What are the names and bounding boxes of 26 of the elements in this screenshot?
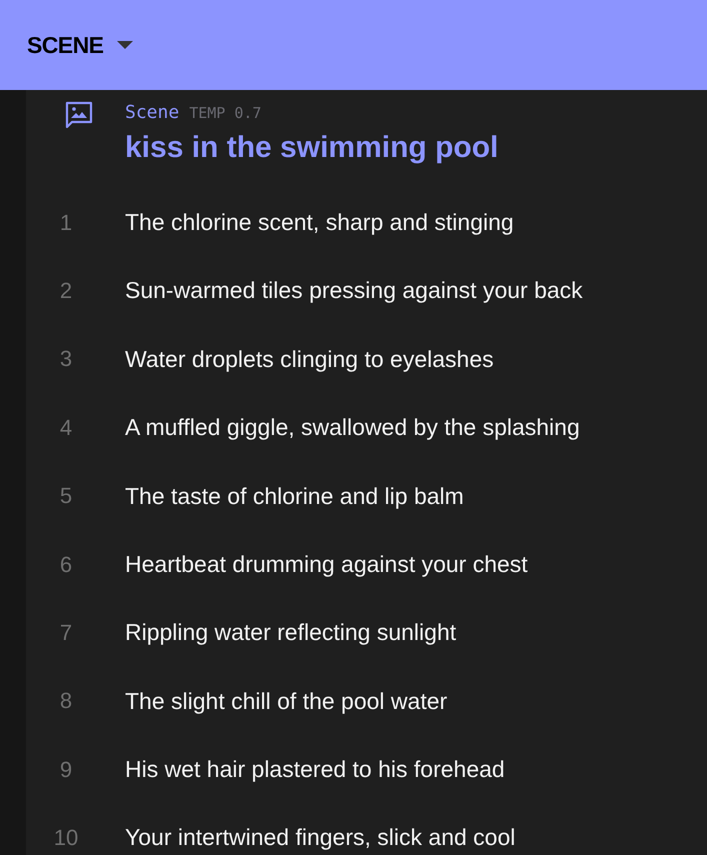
scene-line: The chlorine scent, sharp and stinging: [125, 208, 514, 237]
scene-line: Your intertwined fingers, slick and cool: [125, 823, 516, 852]
line-number: 8: [58, 687, 74, 716]
scene-line: His wet hair plastered to his forehead: [125, 755, 505, 784]
line-number: 4: [58, 414, 74, 442]
scene-line: Sun-warmed tiles pressing against your back: [125, 276, 583, 306]
scene-line: A muffled giggle, swallowed by the splashing: [125, 413, 580, 442]
line-number: 1: [58, 208, 74, 237]
line-number: 10: [52, 824, 80, 852]
scene-line: The taste of chlorine and lip balm: [125, 482, 464, 511]
scene-line: Heartbeat drumming against your chest: [125, 550, 528, 579]
scene-label: Scene: [125, 101, 180, 125]
scene-dropdown[interactable]: SCENE: [27, 28, 134, 62]
line-number: 3: [58, 345, 74, 374]
line-number: 6: [58, 550, 74, 579]
line-number: 9: [58, 756, 74, 784]
image-icon: [64, 101, 94, 129]
line-number: 2: [58, 277, 74, 306]
line-number: 7: [58, 619, 74, 648]
scene-line: Water droplets clinging to eyelashes: [125, 344, 494, 374]
line-number: 5: [58, 482, 74, 510]
scene-line: Rippling water reflecting sunlight: [125, 618, 456, 648]
scene-line: The slight chill of the pool water: [125, 686, 448, 716]
caret-icon: [117, 40, 134, 50]
scene-title: kiss in the swimming pool: [125, 130, 498, 166]
temperature-label: TEMP 0.7: [189, 103, 262, 124]
